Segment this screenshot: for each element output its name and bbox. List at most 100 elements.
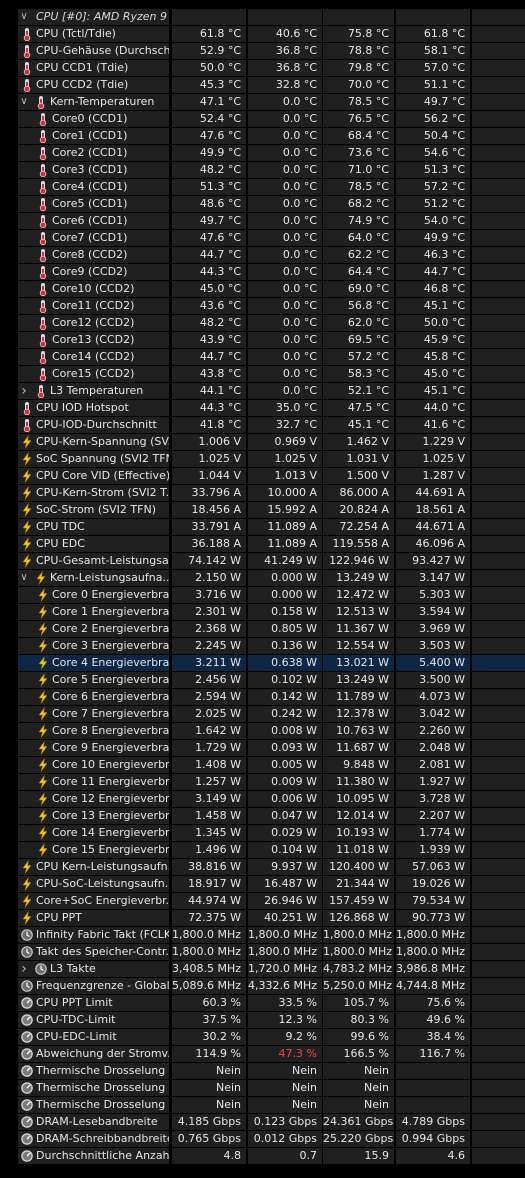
thermometer-icon <box>39 334 47 347</box>
sensor-row[interactable]: CPU (Tctl/Tdie) 61.8 °C 40.6 °C 75.8 °C 61.8… <box>0 26 525 43</box>
chevron-down-icon[interactable]: ∨ <box>18 9 30 25</box>
sensor-row[interactable]: CPU-TDC-Limit 37.5 % 12.3 % 80.3 % 49.6 % <box>0 1012 525 1029</box>
sensor-row[interactable]: DRAM-Lesebandbreite 4.185 Gbps 0.123 Gbps 2… <box>0 1114 525 1131</box>
sensor-row[interactable]: ∨ Kern-Temperaturen 47.1 °C 0.0 °C 78.5 °C 49… <box>0 94 525 111</box>
sensor-row[interactable]: Core 11 Energieverbr... 1.257 W 0.009 W 11.… <box>0 774 525 791</box>
sensor-row[interactable]: DRAM-Schreibbandbreite 0.765 Gbps 0.012 Gb… <box>0 1131 525 1148</box>
sensor-row[interactable]: SoC-Strom (SVI2 TFN) 18.456 A 15.992 A 20.8… <box>0 502 525 519</box>
sensor-row[interactable]: Core 3 Energieverbra... 2.245 W 0.136 W 12.… <box>0 638 525 655</box>
sensor-row[interactable]: CPU-EDC-Limit 30.2 % 9.2 % 99.6 % 38.4 % <box>0 1029 525 1046</box>
average-value: 3.147 W <box>396 570 470 586</box>
sensor-row[interactable]: Core 2 Energieverbra... 2.368 W 0.805 W 11.… <box>0 621 525 638</box>
sensor-row[interactable]: CPU-Gesamt-Leistungsa... 74.142 W 41.249 W… <box>0 553 525 570</box>
sensor-row[interactable]: Core14 (CCD2) 44.7 °C 0.0 °C 57.2 °C 45.8 °C <box>0 349 525 366</box>
sensor-row[interactable]: Core3 (CCD1) 48.2 °C 0.0 °C 71.0 °C 51.3 °C <box>0 162 525 179</box>
sensor-row[interactable]: CPU PPT Limit 60.3 % 33.5 % 105.7 % 75.6 % <box>0 995 525 1012</box>
sensor-row[interactable]: Core8 (CCD2) 44.7 °C 0.0 °C 62.2 °C 46.3 °C <box>0 247 525 264</box>
sensor-name-cell: Core 11 Energieverbr... <box>18 774 169 790</box>
sensor-label: Frequenzgrenze - Global <box>36 979 169 992</box>
sensor-row[interactable]: Core10 (CCD2) 45.0 °C 0.0 °C 69.0 °C 46.8 °C <box>0 281 525 298</box>
sensor-row[interactable]: CPU PPT 72.375 W 40.251 W 126.868 W 90.773 W <box>0 910 525 927</box>
sensor-row[interactable]: CPU IOD Hotspot 44.3 °C 35.0 °C 47.5 °C 44.0… <box>0 400 525 417</box>
sensor-row[interactable]: CPU-SoC-Leistungsaufn... 18.917 W 16.487 W… <box>0 876 525 893</box>
sensor-row[interactable]: Core0 (CCD1) 52.4 °C 0.0 °C 76.5 °C 56.2 °C <box>0 111 525 128</box>
sensor-row[interactable]: ∨ Kern-Leistungsaufna... 2.150 W 0.000 W 13.… <box>0 570 525 587</box>
sensor-row[interactable]: Core 7 Energieverbra... 2.025 W 0.242 W 12.… <box>0 706 525 723</box>
minimum-value: 0.0 °C <box>248 349 322 365</box>
sensor-row[interactable]: Core9 (CCD2) 44.3 °C 0.0 °C 64.4 °C 44.7 °C <box>0 264 525 281</box>
sensor-row[interactable]: Core13 (CCD2) 43.9 °C 0.0 °C 69.5 °C 45.9 °C <box>0 332 525 349</box>
sensor-row[interactable]: CPU-IOD-Durchschnitt 41.8 °C 32.7 °C 45.1 °… <box>0 417 525 434</box>
sensor-name-cell: CPU-Kern-Strom (SVI2 T... <box>18 485 169 501</box>
sensor-row[interactable]: Abweichung der Stromv... 114.9 % 47.3 % 166… <box>0 1046 525 1063</box>
sensor-row[interactable]: Core 10 Energieverbr... 1.408 W 0.005 W 9.8… <box>0 757 525 774</box>
sensor-row[interactable]: Thermische Drosselung (... Nein Nein Nein <box>0 1097 525 1114</box>
extra-column-cell <box>472 621 525 637</box>
sensor-row[interactable]: CPU EDC 36.188 A 11.089 A 119.558 A 46.096 A <box>0 536 525 553</box>
sensor-label: CPU TDC <box>36 520 85 533</box>
sensor-row[interactable]: Core6 (CCD1) 49.7 °C 0.0 °C 74.9 °C 54.0 °C <box>0 213 525 230</box>
current-value: 33.791 A <box>172 519 246 535</box>
maximum-value: 69.5 °C <box>323 332 394 348</box>
chevron-right-icon[interactable]: › <box>18 383 30 399</box>
sensor-row[interactable]: Core2 (CCD1) 49.9 °C 0.0 °C 73.6 °C 54.6 °C <box>0 145 525 162</box>
sensor-name-cell: DRAM-Lesebandbreite <box>18 1114 169 1130</box>
sensor-row[interactable]: Durchschnittliche Anzahl ...4.80.715.94.… <box>0 1148 525 1165</box>
sensor-row[interactable]: Core 13 Energieverbr... 1.458 W 0.047 W 12.… <box>0 808 525 825</box>
average-value: 50.0 °C <box>396 315 470 331</box>
sensor-row[interactable]: Takt des Speicher-Contr... 1,800.0 MHz 1,8… <box>0 944 525 961</box>
sensor-row[interactable]: Thermische Drosselung (... Nein Nein Nein <box>0 1080 525 1097</box>
sensor-row[interactable]: Core 4 Energieverbra... 3.211 W 0.638 W 13.… <box>0 655 525 672</box>
clock-icon <box>21 980 33 992</box>
sensor-row[interactable]: CPU Kern-Leistungsaufn... 38.816 W 9.937 W… <box>0 859 525 876</box>
cpu-group-header[interactable]: ∨ CPU [#0]: AMD Ryzen 9 ... <box>0 9 525 26</box>
extra-column-cell <box>472 1131 525 1147</box>
sensor-row[interactable]: SoC Spannung (SVI2 TFN) 1.025 V 1.025 V 1.0… <box>0 451 525 468</box>
extra-column-cell <box>472 264 525 280</box>
sensor-row[interactable]: Core 6 Energieverbra... 2.594 W 0.142 W 11.… <box>0 689 525 706</box>
sensor-name-cell: ∨ Kern-Temperaturen <box>18 94 169 110</box>
sensor-row[interactable]: › L3 Temperaturen 44.1 °C 0.0 °C 52.1 °C 45.1… <box>0 383 525 400</box>
maximum-value: 68.2 °C <box>323 196 394 212</box>
sensor-row[interactable]: Core7 (CCD1) 47.6 °C 0.0 °C 64.0 °C 49.9 °C <box>0 230 525 247</box>
sensor-row[interactable]: Infinity Fabric Takt (FCLK) 1,800.0 MHz 1,… <box>0 927 525 944</box>
maximum-value: 78.5 °C <box>323 179 394 195</box>
sensor-row[interactable]: Core1 (CCD1) 47.6 °C 0.0 °C 68.4 °C 50.4 °C <box>0 128 525 145</box>
sensor-row[interactable]: Frequenzgrenze - Global 5,089.6 MHz 4,332.… <box>0 978 525 995</box>
sensor-row[interactable]: › L3 Takte 3,408.5 MHz 1,720.0 MHz 4,783.2 M… <box>0 961 525 978</box>
sensor-row[interactable]: CPU-Kern-Spannung (SV... 1.006 V 0.969 V 1.… <box>0 434 525 451</box>
current-value: 44.7 °C <box>172 349 246 365</box>
sensor-row[interactable]: CPU-Kern-Strom (SVI2 T... 33.796 A 10.000 … <box>0 485 525 502</box>
chevron-right-icon[interactable]: › <box>18 961 30 977</box>
sensor-row[interactable]: Core4 (CCD1) 51.3 °C 0.0 °C 78.5 °C 57.2 °C <box>0 179 525 196</box>
sensor-row[interactable]: Core15 (CCD2) 43.8 °C 0.0 °C 58.3 °C 45.0 °C <box>0 366 525 383</box>
average-value: 49.6 % <box>396 1012 470 1028</box>
sensor-row[interactable]: Core 0 Energieverbra... 3.716 W 0.000 W 12.… <box>0 587 525 604</box>
sensor-name-cell: DRAM-Schreibbandbreite <box>18 1131 169 1147</box>
sensor-row[interactable]: Thermische Drosselung (... Nein Nein Nein <box>0 1063 525 1080</box>
sensor-row[interactable]: Core12 (CCD2) 48.2 °C 0.0 °C 62.0 °C 50.0 °C <box>0 315 525 332</box>
sensor-row[interactable]: Core 9 Energieverbra... 1.729 W 0.093 W 11.… <box>0 740 525 757</box>
sensor-row[interactable]: Core 8 Energieverbra... 1.642 W 0.008 W 10.… <box>0 723 525 740</box>
sensor-row[interactable]: CPU Core VID (Effective) 1.044 V 1.013 V 1.… <box>0 468 525 485</box>
sensor-row[interactable]: CPU CCD2 (Tdie) 45.3 °C 32.8 °C 70.0 °C 51.1… <box>0 77 525 94</box>
thermometer-icon <box>39 351 47 364</box>
sensor-row[interactable]: Core+SoC Energieverbr... 44.974 W 26.946 W… <box>0 893 525 910</box>
sensor-row[interactable]: Core5 (CCD1) 48.6 °C 0.0 °C 68.2 °C 51.2 °C <box>0 196 525 213</box>
sensor-row[interactable]: Core 12 Energieverbr... 3.149 W 0.006 W 10.… <box>0 791 525 808</box>
current-value: 1.458 W <box>172 808 246 824</box>
sensor-row[interactable]: Core 1 Energieverbra... 2.301 W 0.158 W 12.… <box>0 604 525 621</box>
chevron-down-icon[interactable]: ∨ <box>18 570 30 586</box>
sensor-row[interactable]: CPU-Gehäuse (Durchsch... 52.9 °C 36.8 °C 78… <box>0 43 525 60</box>
chevron-down-icon[interactable]: ∨ <box>18 94 30 110</box>
sensor-row[interactable]: CPU CCD1 (Tdie) 50.0 °C 36.8 °C 79.8 °C 57.0… <box>0 60 525 77</box>
maximum-value: 45.1 °C <box>323 417 394 433</box>
sensor-label: CPU CCD2 (Tdie) <box>36 78 129 91</box>
sensor-row[interactable]: Core 14 Energieverbr... 1.345 W 0.029 W 10.… <box>0 825 525 842</box>
sensor-row[interactable]: Core11 (CCD2) 43.6 °C 0.0 °C 56.8 °C 45.1 °C <box>0 298 525 315</box>
sensor-row[interactable]: CPU TDC 33.791 A 11.089 A 72.254 A 44.671 A <box>0 519 525 536</box>
sensor-row[interactable]: Core 5 Energieverbra... 2.456 W 0.102 W 13.… <box>0 672 525 689</box>
extra-column-cell <box>472 434 525 450</box>
sensor-row[interactable]: Core 15 Energieverbr... 1.496 W 0.104 W 11.… <box>0 842 525 859</box>
extra-column-cell <box>472 298 525 314</box>
